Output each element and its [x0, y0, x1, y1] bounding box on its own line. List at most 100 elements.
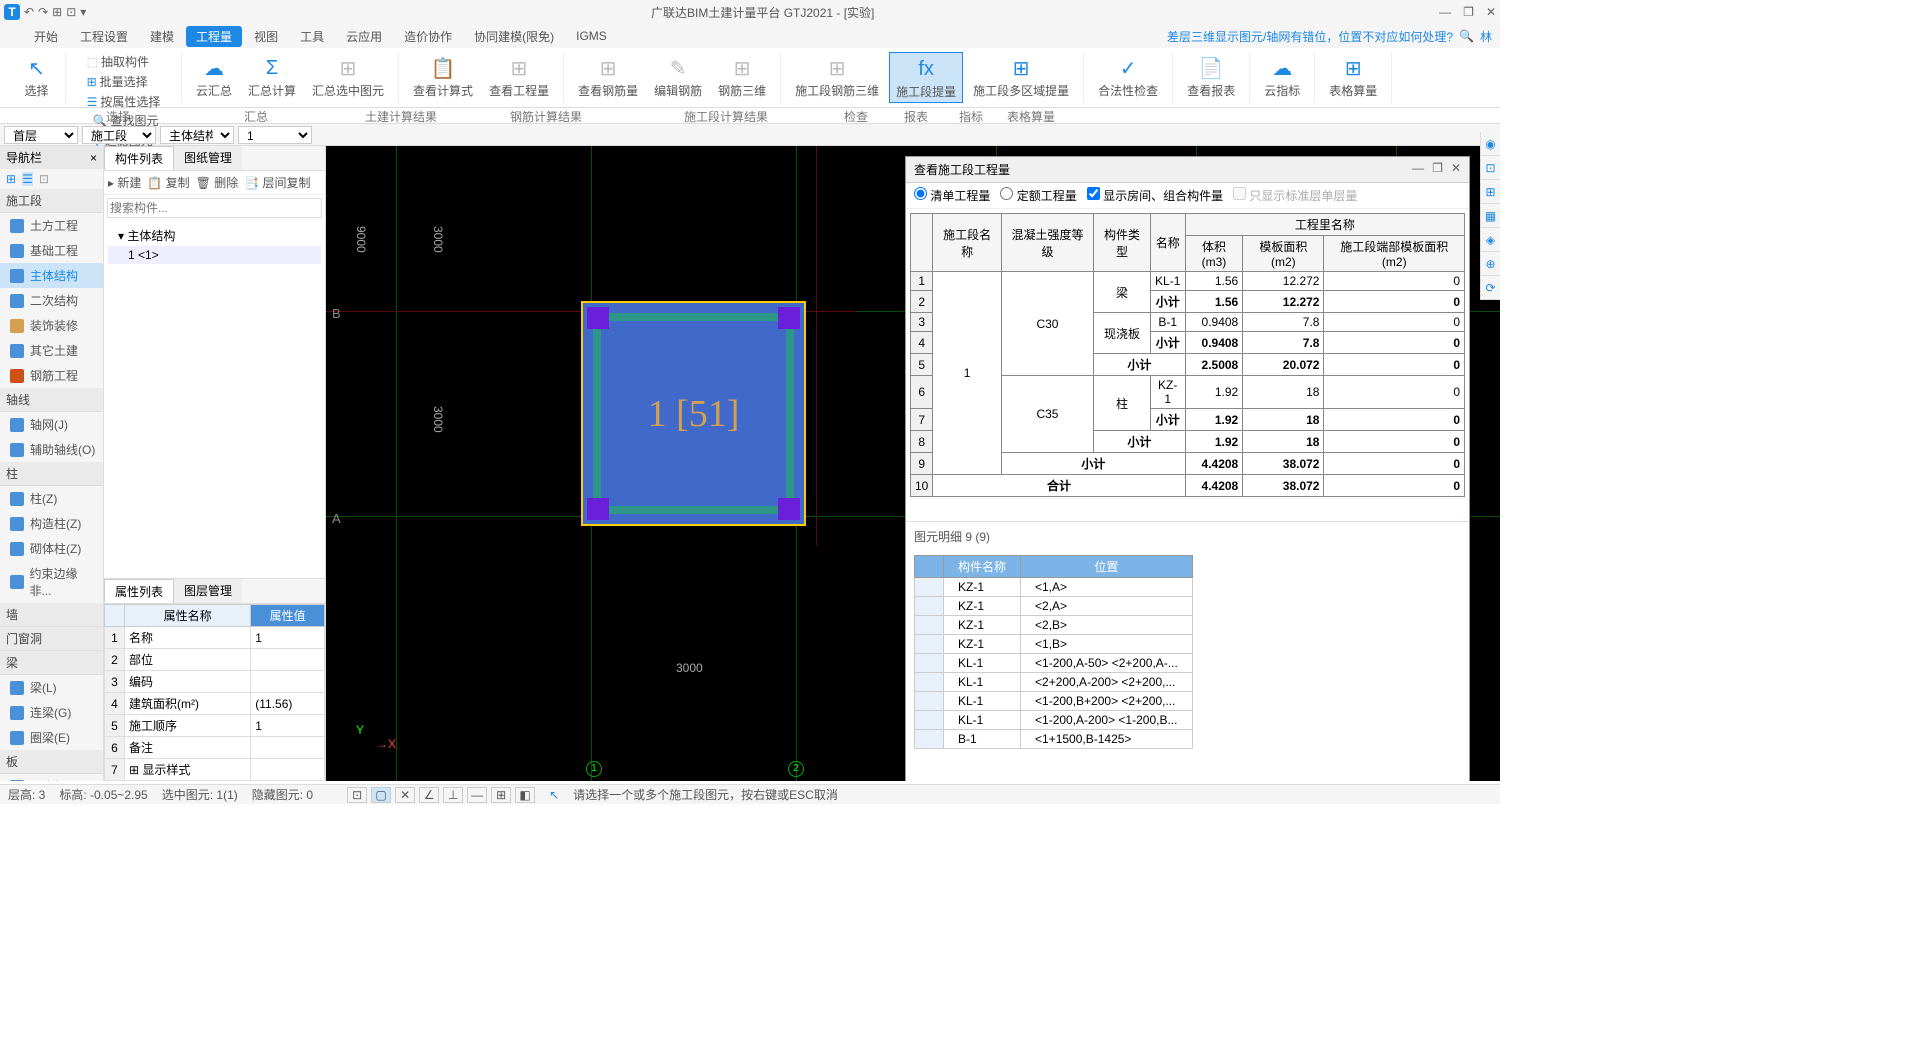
close-icon[interactable]: ✕: [1486, 5, 1496, 19]
batch-select[interactable]: ⊞批量选择: [84, 72, 164, 91]
nav-item[interactable]: 约束边缘非...: [0, 561, 103, 603]
delete-button[interactable]: 🗑 删除: [196, 174, 239, 191]
tab-collab[interactable]: 协同建模(限免): [464, 26, 564, 47]
nav-item[interactable]: 二次结构: [0, 288, 103, 313]
select-button[interactable]: ↖选择: [17, 52, 57, 101]
view-rebar-qty[interactable]: ⊞查看钢筋量: [572, 52, 644, 101]
property-row[interactable]: 5施工顺序1: [105, 715, 325, 737]
search-icon[interactable]: 🔍: [1459, 29, 1474, 43]
nav-category[interactable]: 梁: [0, 651, 103, 675]
detail-table[interactable]: 构件名称位置 KZ-1<1,A>KZ-1<2,A>KZ-1<2,B>KZ-1<1…: [906, 555, 1469, 749]
tab-layers[interactable]: 图层管理: [174, 579, 242, 603]
cloud-index[interactable]: ☁云指标: [1258, 52, 1306, 101]
tab-pricing[interactable]: 造价协作: [394, 26, 462, 47]
minimize-icon[interactable]: —: [1412, 161, 1424, 178]
nav-item[interactable]: 连梁(G): [0, 700, 103, 725]
detail-row[interactable]: KL-1<2+200,A-200> <2+200,...: [915, 673, 1193, 692]
tab-modeling[interactable]: 建模: [140, 26, 184, 47]
nav-item[interactable]: 土方工程: [0, 213, 103, 238]
detail-row[interactable]: KZ-1<1,B>: [915, 635, 1193, 654]
tool-icon[interactable]: ⊞: [491, 787, 511, 803]
nav-item[interactable]: 轴网(J): [0, 412, 103, 437]
nav-item[interactable]: 柱(Z): [0, 486, 103, 511]
help-text[interactable]: 差层三维显示图元/轴网有错位，位置不对应如何处理?: [1167, 28, 1453, 45]
view-formula[interactable]: 📋查看计算式: [407, 52, 479, 101]
viewport[interactable]: 1 [51] B A 9000 3000 3000 3000 12000 1 2…: [326, 146, 1500, 781]
detail-row[interactable]: KL-1<1-200,B+200> <2+200,...: [915, 692, 1193, 711]
tab-cloud[interactable]: 云应用: [336, 26, 392, 47]
property-row[interactable]: 4建筑面积(m²)(11.56): [105, 693, 325, 715]
nav-category[interactable]: 墙: [0, 603, 103, 627]
property-row[interactable]: 7⊞ 显示样式: [105, 759, 325, 781]
edit-rebar[interactable]: ✎编辑钢筋: [648, 52, 708, 101]
maximize-icon[interactable]: ❐: [1463, 5, 1474, 19]
tab-view[interactable]: 视图: [244, 26, 288, 47]
qat-btn[interactable]: ⊡: [66, 5, 76, 19]
rtool-icon[interactable]: ⊡: [1481, 156, 1500, 180]
nav-category[interactable]: 轴线: [0, 388, 103, 412]
nav-category[interactable]: 门窗洞: [0, 627, 103, 651]
rtool-icon[interactable]: ⊕: [1481, 252, 1500, 276]
close-icon[interactable]: ✕: [1451, 161, 1461, 178]
chk-show-room[interactable]: 显示房间、组合构件量: [1087, 187, 1223, 204]
property-row[interactable]: 1名称1: [105, 627, 325, 649]
redo-icon[interactable]: ↷: [38, 5, 48, 19]
radio-list-qty[interactable]: 清单工程量: [914, 187, 990, 204]
detail-row[interactable]: KZ-1<2,B>: [915, 616, 1193, 635]
search-input[interactable]: [107, 198, 322, 218]
nav-mode-icon[interactable]: ⊞: [6, 172, 16, 186]
nav-item[interactable]: 装饰装修: [0, 313, 103, 338]
rtool-icon[interactable]: ◈: [1481, 228, 1500, 252]
chk-std-floor[interactable]: 只显示标准层单层量: [1233, 187, 1357, 204]
rtool-icon[interactable]: ⟳: [1481, 276, 1500, 300]
tool-icon[interactable]: ✕: [395, 787, 415, 803]
collapse-icon[interactable]: ×: [90, 151, 97, 165]
nav-item[interactable]: 梁(L): [0, 675, 103, 700]
category-select[interactable]: 施工段: [82, 126, 156, 144]
detail-row[interactable]: KL-1<1-200,A-200> <1-200,B...: [915, 711, 1193, 730]
quantity-table[interactable]: 施工段名称混凝土强度等级构件类型名称工程里名称 体积(m3)模板面积(m2)施工…: [906, 209, 1469, 501]
radio-quota-qty[interactable]: 定额工程量: [1000, 187, 1076, 204]
tab-project-settings[interactable]: 工程设置: [70, 26, 138, 47]
detail-row[interactable]: KZ-1<2,A>: [915, 597, 1193, 616]
tab-properties[interactable]: 属性列表: [104, 579, 174, 603]
rtool-icon[interactable]: ⊞: [1481, 180, 1500, 204]
minimize-icon[interactable]: —: [1439, 5, 1451, 19]
rebar-3d[interactable]: ⊞钢筋三维: [712, 52, 772, 101]
rtool-icon[interactable]: ▦: [1481, 204, 1500, 228]
tool-icon[interactable]: ⊡: [347, 787, 367, 803]
detail-row[interactable]: B-1<1+1500,B-1425>: [915, 730, 1193, 749]
summary-calc[interactable]: Σ汇总计算: [242, 52, 302, 101]
nav-item[interactable]: 基础工程: [0, 238, 103, 263]
validity-check[interactable]: ✓合法性检查: [1092, 52, 1164, 101]
nav-item[interactable]: 砌体柱(Z): [0, 536, 103, 561]
tab-drawing-mgmt[interactable]: 图纸管理: [174, 146, 242, 170]
extract-element[interactable]: ⬚抽取构件: [84, 52, 164, 71]
floor-select[interactable]: 首层: [4, 126, 78, 144]
nav-item[interactable]: 构造柱(Z): [0, 511, 103, 536]
tab-component-list[interactable]: 构件列表: [104, 146, 174, 170]
type-select[interactable]: 主体结构: [160, 126, 234, 144]
nav-item[interactable]: 辅助轴线(O): [0, 437, 103, 462]
tree-root[interactable]: ▾ 主体结构: [108, 225, 321, 246]
nav-item[interactable]: 钢筋工程: [0, 363, 103, 388]
tool-icon[interactable]: ▢: [371, 787, 391, 803]
tab-tools[interactable]: 工具: [290, 26, 334, 47]
element-select[interactable]: 1: [238, 126, 312, 144]
segment-shape[interactable]: 1 [51]: [581, 301, 806, 526]
copy-button[interactable]: 📋 复制: [147, 174, 189, 191]
nav-item[interactable]: 其它土建: [0, 338, 103, 363]
nav-mode-icon[interactable]: ☰: [22, 172, 33, 186]
seg-multi-extract[interactable]: ⊞施工段多区域提量: [967, 52, 1075, 103]
detail-row[interactable]: KZ-1<1,A>: [915, 578, 1193, 597]
property-row[interactable]: 3编码: [105, 671, 325, 693]
nav-category[interactable]: 柱: [0, 462, 103, 486]
rtool-icon[interactable]: ◉: [1481, 132, 1500, 156]
nav-item[interactable]: 圈梁(E): [0, 725, 103, 750]
nav-item[interactable]: 现浇板(B): [0, 774, 103, 781]
tool-icon[interactable]: ◧: [515, 787, 535, 803]
table-qty[interactable]: ⊞表格算量: [1323, 52, 1383, 101]
tree-leaf[interactable]: 1 <1>: [108, 246, 321, 264]
tab-quantity[interactable]: 工程量: [186, 26, 242, 47]
nav-category[interactable]: 施工段: [0, 189, 103, 213]
